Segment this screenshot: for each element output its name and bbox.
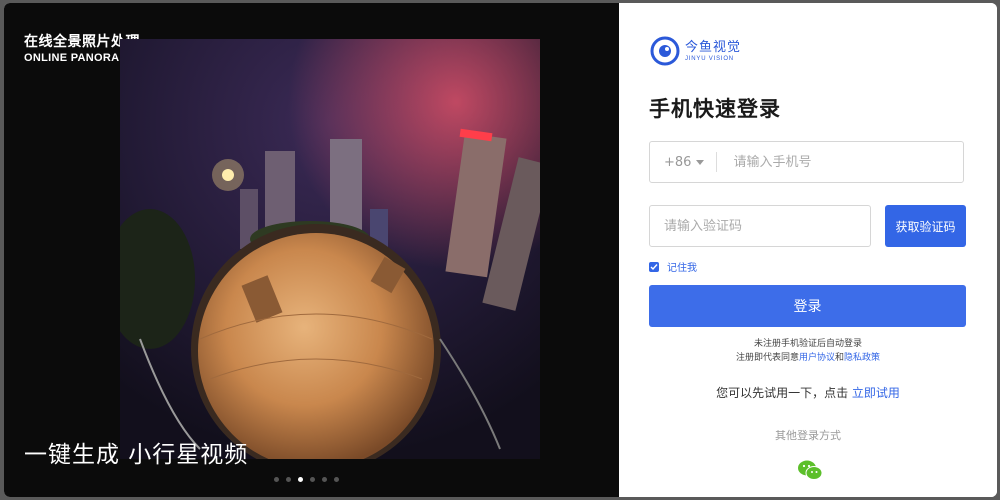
verification-code-input[interactable] [662,217,870,235]
checkbox-checked[interactable] [649,261,659,272]
wechat-icon[interactable] [797,459,823,481]
promo-panel: 在线全景照片处理 ONLINE PANORAMIC PROCESSING [4,3,619,497]
carousel-dot[interactable] [322,477,327,482]
other-login-methods-label: 其他登录方式 [775,429,841,442]
divider [716,152,718,172]
remember-me-checkbox[interactable]: 记住我 [649,259,697,274]
logo-text-cn: 今鱼视觉 [685,39,742,55]
agreement-notice: 注册即代表同意用户协议和隐私政策 [619,350,997,363]
trial-prompt: 您可以先试用一下，点击 立即试用 [619,384,997,401]
checkmark-icon [650,263,658,270]
login-panel: 今鱼视觉 JINYU VISION 手机快速登录 +86 获取验证码 记住我 [619,3,997,497]
carousel-dot[interactable] [334,477,339,482]
caret-down-icon [696,159,705,165]
agreement-prefix: 注册即代表同意 [735,353,799,363]
country-code-select[interactable]: +86 [650,154,705,170]
carousel-dot[interactable] [310,477,315,482]
carousel-dot[interactable] [274,477,279,482]
privacy-policy-link[interactable]: 隐私政策 [844,353,880,363]
agreement-and: 和 [835,353,845,363]
remember-me-label: 记住我 [667,263,697,274]
logo-mark-icon [650,36,680,66]
promo-caption: 一键生成 小行星视频 [24,442,249,468]
verification-code-field [649,205,871,247]
get-code-button[interactable]: 获取验证码 [885,205,966,247]
phone-input[interactable] [731,153,963,171]
carousel-indicator [274,477,339,482]
phone-field: +86 [649,141,964,183]
login-modal: 在线全景照片处理 ONLINE PANORAMIC PROCESSING [4,3,997,497]
login-button[interactable]: 登录 [649,285,966,327]
country-code-value: +86 [664,154,692,170]
try-now-link[interactable]: 立即试用 [852,386,900,400]
auto-register-notice: 未注册手机验证后自动登录 [753,339,862,349]
logo: 今鱼视觉 JINYU VISION [649,35,741,67]
logo-text-en: JINYU VISION [685,55,734,62]
trial-prefix: 您可以先试用一下，点击 [716,386,849,400]
panorama-photo [120,39,540,459]
carousel-dot-active[interactable] [298,477,303,482]
user-agreement-link[interactable]: 用户协议 [799,353,835,363]
page-title: 手机快速登录 [649,97,781,121]
carousel-dot[interactable] [286,477,291,482]
